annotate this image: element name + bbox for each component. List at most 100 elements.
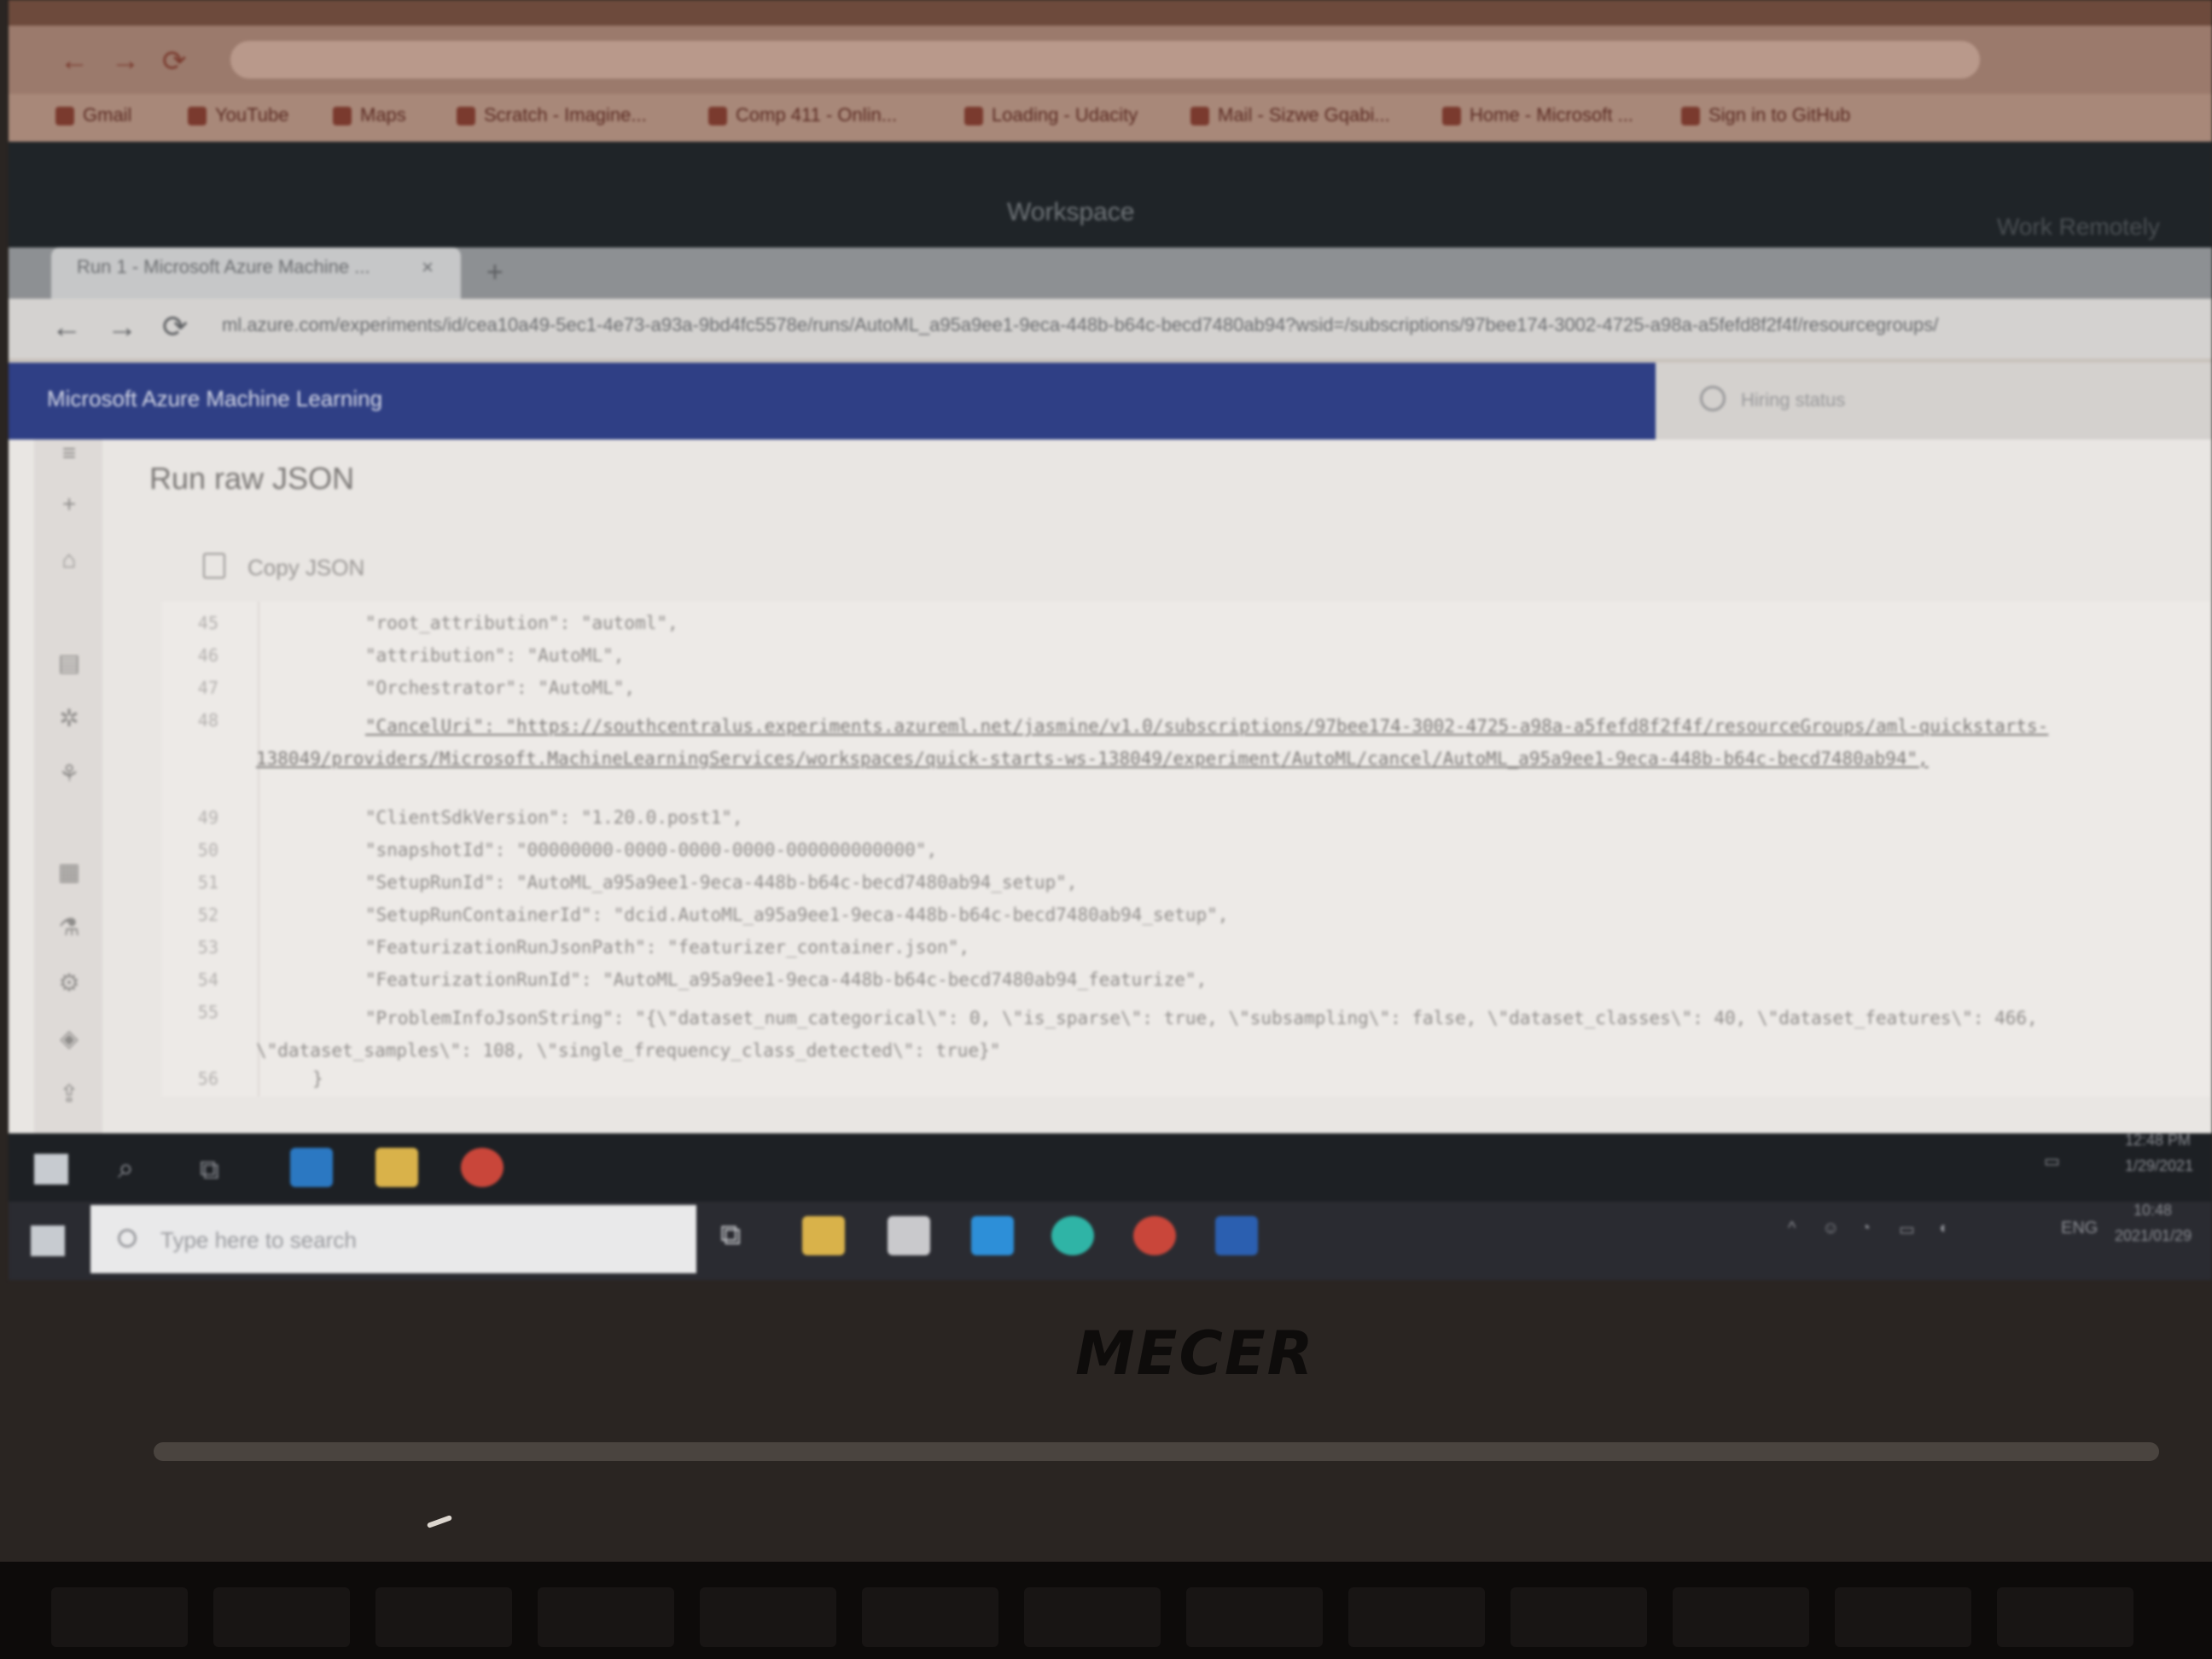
line-number: 51	[197, 872, 218, 893]
hamburger-icon[interactable]: ≡	[55, 439, 84, 466]
models-icon[interactable]: ◈	[55, 1024, 84, 1051]
task-view-icon[interactable]: ⧉	[200, 1154, 219, 1186]
back-icon[interactable]: ←	[60, 44, 89, 78]
bookmark-icon	[457, 107, 475, 126]
keyboard-key	[213, 1587, 350, 1647]
search-icon[interactable]: ⌕	[118, 1152, 134, 1185]
word-icon[interactable]	[1215, 1216, 1258, 1255]
line-number: 49	[197, 807, 218, 828]
tray-app-icon[interactable]: ☺	[1822, 1219, 1839, 1238]
bookmark-label: Home - Microsoft ...	[1470, 104, 1633, 125]
notebook-icon[interactable]: ▤	[55, 649, 84, 676]
automl-icon[interactable]: ✲	[55, 704, 84, 731]
keyboard-key	[700, 1587, 836, 1647]
bookmark-icon	[1681, 107, 1700, 126]
search-icon	[118, 1229, 137, 1248]
bookmark-item[interactable]: Maps	[333, 104, 406, 133]
line-number: 48	[197, 710, 218, 731]
remote-taskbar	[9, 1133, 2212, 1202]
keyboard-key	[1673, 1587, 1809, 1647]
windows-start-icon[interactable]	[31, 1225, 65, 1256]
endpoints-icon[interactable]: ⇪	[55, 1080, 84, 1107]
pipelines-icon[interactable]: ⚙	[55, 969, 84, 996]
code-line: "SetupRunId": "AutoML_a95a9ee1-9eca-448b…	[365, 872, 1078, 893]
bookmark-item[interactable]: Home - Microsoft ...	[1442, 104, 1633, 133]
bookmark-icon	[1190, 107, 1209, 126]
keyboard-key	[1348, 1587, 1485, 1647]
edge-icon[interactable]	[1051, 1216, 1094, 1255]
keyboard-key	[538, 1587, 674, 1647]
new-tab-icon[interactable]: +	[486, 256, 504, 289]
search-placeholder: Type here to search	[160, 1227, 357, 1253]
network-icon[interactable]: ▭	[2044, 1150, 2060, 1172]
workspace-title: Workspace	[1007, 198, 1135, 226]
home-icon[interactable]: ⌂	[55, 546, 84, 573]
task-view-icon[interactable]: ⧉	[720, 1219, 741, 1252]
header-status-label[interactable]: Hiring status	[1741, 389, 1845, 411]
bookmark-item[interactable]: Comp 411 - Onlin...	[708, 104, 897, 133]
experiments-icon[interactable]: ⚗	[55, 913, 84, 940]
internet-explorer-icon[interactable]	[290, 1148, 333, 1187]
forward-icon[interactable]: →	[107, 309, 137, 345]
chrome-icon[interactable]	[1133, 1216, 1176, 1255]
line-number: 53	[197, 937, 218, 958]
laptop-brand-logo: MECER	[1075, 1318, 1315, 1388]
panel-title: Run raw JSON	[149, 461, 355, 496]
designer-icon[interactable]: ⚘	[55, 760, 84, 787]
bookmark-item[interactable]: Sign in to GitHub	[1681, 104, 1850, 133]
bookmark-item[interactable]: YouTube	[188, 104, 288, 133]
bookmark-icon	[55, 107, 74, 126]
azure-ml-title[interactable]: Microsoft Azure Machine Learning	[47, 386, 382, 412]
plus-icon[interactable]: +	[55, 491, 84, 517]
keyboard-key	[375, 1587, 512, 1647]
file-explorer-icon[interactable]	[802, 1216, 845, 1255]
wifi-icon[interactable]: ◔	[1860, 1219, 1871, 1238]
tray-chevron-icon[interactable]: ^	[1788, 1219, 1796, 1238]
keyboard-key	[1024, 1587, 1161, 1647]
volume-icon[interactable]: ◖	[1937, 1219, 1947, 1238]
tab-close-icon[interactable]: ×	[422, 256, 434, 280]
bookmark-label: Loading - Udacity	[992, 104, 1138, 125]
datasets-icon[interactable]: ▦	[55, 858, 84, 885]
copy-json-button[interactable]: Copy JSON	[203, 555, 364, 581]
windows-start-icon[interactable]	[34, 1154, 68, 1185]
local-clock-time[interactable]: 10:48	[2133, 1202, 2172, 1220]
workspace-header	[9, 142, 2212, 253]
code-line-problem-info: "ProblemInfoJsonString": "{\"dataset_num…	[256, 1008, 2038, 1061]
language-indicator[interactable]: ENG	[2061, 1219, 2098, 1238]
code-line: "attribution": "AutoML",	[365, 645, 625, 666]
line-number: 54	[197, 969, 218, 990]
chrome-icon[interactable]	[461, 1148, 504, 1187]
remote-clock-date[interactable]: 1/29/2021	[2125, 1157, 2193, 1175]
code-line: "ClientSdkVersion": "1.20.0.post1",	[365, 807, 743, 828]
keyboard-key	[51, 1587, 188, 1647]
workspace-remote-link[interactable]: Work Remotely	[1997, 213, 2160, 241]
local-clock-date[interactable]: 2021/01/29	[2115, 1227, 2192, 1245]
reload-icon[interactable]: ⟳	[162, 44, 187, 79]
inner-address-bar[interactable]: ml.azure.com/experiments/id/cea10a49-5ec…	[222, 314, 2099, 348]
bookmark-item[interactable]: Scratch - Imagine...	[457, 104, 647, 133]
bookmark-label: Sign in to GitHub	[1708, 104, 1851, 125]
status-ring-icon	[1700, 386, 1726, 411]
file-explorer-icon[interactable]	[375, 1148, 418, 1187]
forward-icon[interactable]: →	[111, 44, 140, 78]
bookmark-icon	[188, 107, 207, 126]
bookmark-label: YouTube	[215, 104, 289, 125]
laptop-hinge	[154, 1442, 2159, 1461]
line-number: 52	[197, 905, 218, 925]
bookmark-item[interactable]: Mail - Sizwe Gqabi...	[1190, 104, 1390, 133]
battery-icon[interactable]: ▭	[1899, 1219, 1915, 1240]
store-icon[interactable]	[888, 1216, 930, 1255]
code-line-cancel-uri[interactable]: "CancelUri": "https://southcentralus.exp…	[256, 710, 2193, 807]
line-number: 45	[197, 613, 218, 633]
outer-address-bar[interactable]	[230, 41, 1980, 79]
remote-clock-time[interactable]: 12:48 PM	[2125, 1132, 2191, 1150]
mail-icon[interactable]	[971, 1216, 1014, 1255]
bookmark-item[interactable]: Loading - Udacity	[964, 104, 1138, 133]
back-icon[interactable]: ←	[51, 309, 82, 345]
reload-icon[interactable]: ⟳	[162, 309, 188, 345]
bookmark-item[interactable]: Gmail	[55, 104, 131, 133]
bookmark-label: Comp 411 - Onlin...	[736, 104, 898, 125]
code-line: "root_attribution": "automl",	[365, 613, 678, 633]
bookmark-icon	[708, 107, 727, 126]
